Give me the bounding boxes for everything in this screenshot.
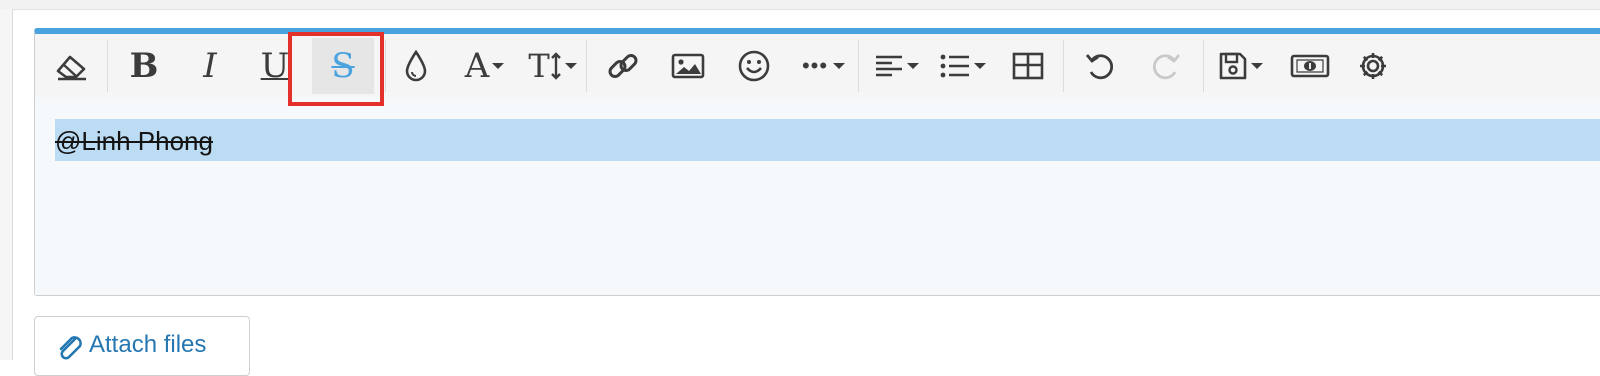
font-icon: A (464, 46, 490, 86)
chevron-down-icon (491, 61, 505, 71)
link-button[interactable] (598, 38, 648, 94)
redo-button[interactable] (1141, 38, 1191, 94)
text-selection-highlight (55, 119, 1600, 161)
toolbar-separator (1203, 40, 1204, 92)
toolbar-separator (858, 40, 859, 92)
toolbar-separator (1063, 40, 1064, 92)
insert-image-button[interactable] (663, 38, 713, 94)
list-button[interactable] (935, 38, 991, 94)
chevron-down-icon (973, 61, 987, 71)
eraser-icon (54, 51, 90, 81)
italic-button[interactable]: I (185, 38, 235, 94)
toolbar-separator (385, 40, 386, 92)
more-icon: ••• (801, 53, 829, 78)
table-icon (1012, 52, 1044, 80)
smiley-icon (737, 49, 771, 83)
paperclip-icon (55, 331, 89, 370)
more-options-button[interactable]: ••• (793, 38, 855, 94)
font-family-button[interactable]: A (455, 38, 515, 94)
link-icon (606, 49, 640, 83)
text-color-button[interactable] (395, 38, 437, 94)
settings-button[interactable] (1351, 38, 1395, 94)
rich-text-editor: B I U S A T ••• @Linh Phong (34, 28, 1600, 296)
attach-files-label: Attach files (89, 331, 207, 358)
toolbar-separator (586, 40, 587, 92)
bold-icon: B (129, 46, 159, 86)
align-left-icon (874, 52, 904, 80)
undo-button[interactable] (1075, 38, 1125, 94)
editor-content-area[interactable]: @Linh Phong (35, 97, 1600, 295)
undo-icon (1084, 50, 1116, 82)
editor-toolbar: B I U S A T ••• (35, 34, 1600, 98)
emoji-button[interactable] (729, 38, 779, 94)
strikethrough-button[interactable]: S (312, 38, 374, 94)
insert-money-button[interactable] (1285, 38, 1335, 94)
remove-formatting-button[interactable] (47, 38, 97, 94)
top-strip (0, 0, 1600, 10)
gear-icon (1357, 50, 1389, 82)
bold-button[interactable]: B (119, 38, 169, 94)
money-icon (1290, 53, 1330, 79)
attach-files-button[interactable]: Attach files (34, 316, 250, 376)
user-mention[interactable]: @Linh Phong (55, 126, 213, 156)
align-button[interactable] (869, 38, 925, 94)
toolbar-separator (107, 40, 108, 92)
save-icon (1218, 51, 1248, 81)
insert-table-button[interactable] (1005, 38, 1051, 94)
vertical-arrows-icon (550, 51, 562, 81)
chevron-down-icon (564, 61, 578, 71)
chevron-down-icon (1250, 61, 1264, 71)
italic-icon: I (203, 46, 217, 86)
underline-button[interactable]: U (250, 38, 300, 94)
list-icon (939, 52, 971, 80)
droplet-icon (403, 49, 429, 83)
drafts-button[interactable] (1213, 38, 1269, 94)
chevron-down-icon (906, 61, 920, 71)
underline-icon: U (260, 46, 290, 86)
strikethrough-icon: S (331, 46, 355, 86)
left-rail (0, 9, 13, 360)
image-icon (671, 52, 705, 80)
font-size-button[interactable]: T (523, 38, 583, 94)
text-size-icon: T (528, 47, 550, 85)
redo-icon (1150, 50, 1182, 82)
chevron-down-icon (832, 61, 846, 71)
